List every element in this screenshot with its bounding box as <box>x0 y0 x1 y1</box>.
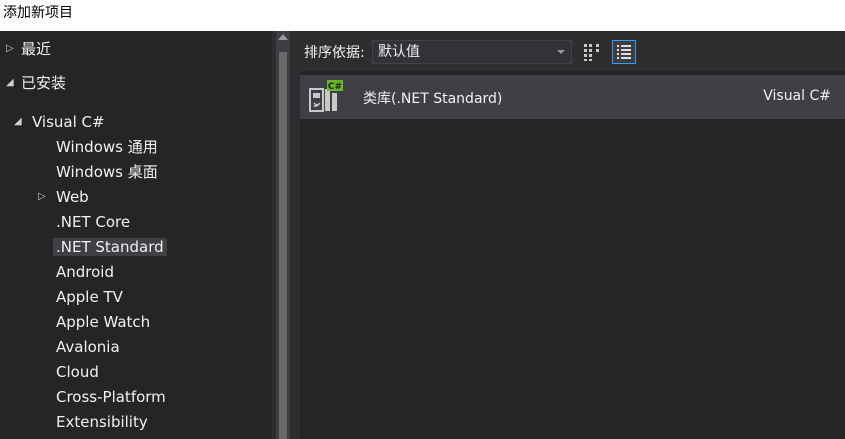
tree-item-net-standard[interactable]: .NET Standard <box>53 236 167 258</box>
grid-view-button[interactable] <box>580 40 604 64</box>
template-language: Visual C# <box>763 88 831 104</box>
tree-item-label: 最近 <box>21 40 52 58</box>
template-pane: 排序依据: 默认值 C# 类库(.NET Standard) Visual C# <box>290 31 845 439</box>
dialog-title: 添加新项目 <box>0 0 845 31</box>
template-category-tree: ▷ 最近 ◢ 已安装 ◢ Visual C# Windows 通用 Window… <box>0 31 272 439</box>
expand-arrow-icon[interactable]: ▷ <box>6 38 14 60</box>
tree-item-label: 已安装 <box>21 74 67 92</box>
template-list: C# 类库(.NET Standard) Visual C# <box>300 71 845 439</box>
tree-item-net-core[interactable]: .NET Core <box>56 211 130 233</box>
tree-item-extensibility[interactable]: Extensibility <box>56 411 148 433</box>
class-library-csharp-icon: C# <box>309 80 343 112</box>
tree-item-avalonia[interactable]: Avalonia <box>56 336 120 358</box>
csharp-badge: C# <box>328 82 342 92</box>
tree-item-apple-watch[interactable]: Apple Watch <box>56 311 150 333</box>
sort-label: 排序依据: <box>304 45 365 61</box>
sort-dropdown[interactable]: 默认值 <box>372 40 572 64</box>
scroll-up-arrow-icon[interactable] <box>278 34 288 40</box>
list-view-icon <box>617 45 631 59</box>
tree-item-windows-universal[interactable]: Windows 通用 <box>56 136 158 158</box>
grid-view-icon <box>584 44 599 61</box>
tree-item-cloud[interactable]: Cloud <box>56 361 99 383</box>
tree-item-apple-tv[interactable]: Apple TV <box>56 286 123 308</box>
collapse-arrow-icon[interactable]: ◢ <box>14 111 22 133</box>
tree-item-label: Visual C# <box>32 113 105 131</box>
tree-item-cross-platform[interactable]: Cross-Platform <box>56 386 166 408</box>
scrollbar-thumb[interactable] <box>279 52 287 439</box>
template-name: 类库(.NET Standard) <box>363 91 503 107</box>
tree-item-android[interactable]: Android <box>56 261 114 283</box>
list-view-button[interactable] <box>612 40 636 64</box>
sort-dropdown-value: 默认值 <box>378 44 420 60</box>
template-item[interactable]: C# 类库(.NET Standard) Visual C# <box>300 75 845 119</box>
collapse-arrow-icon[interactable]: ◢ <box>6 72 14 94</box>
expand-arrow-icon[interactable]: ▷ <box>38 186 46 208</box>
chevron-down-icon <box>557 50 565 54</box>
tree-item-windows-desktop[interactable]: Windows 桌面 <box>56 161 158 183</box>
